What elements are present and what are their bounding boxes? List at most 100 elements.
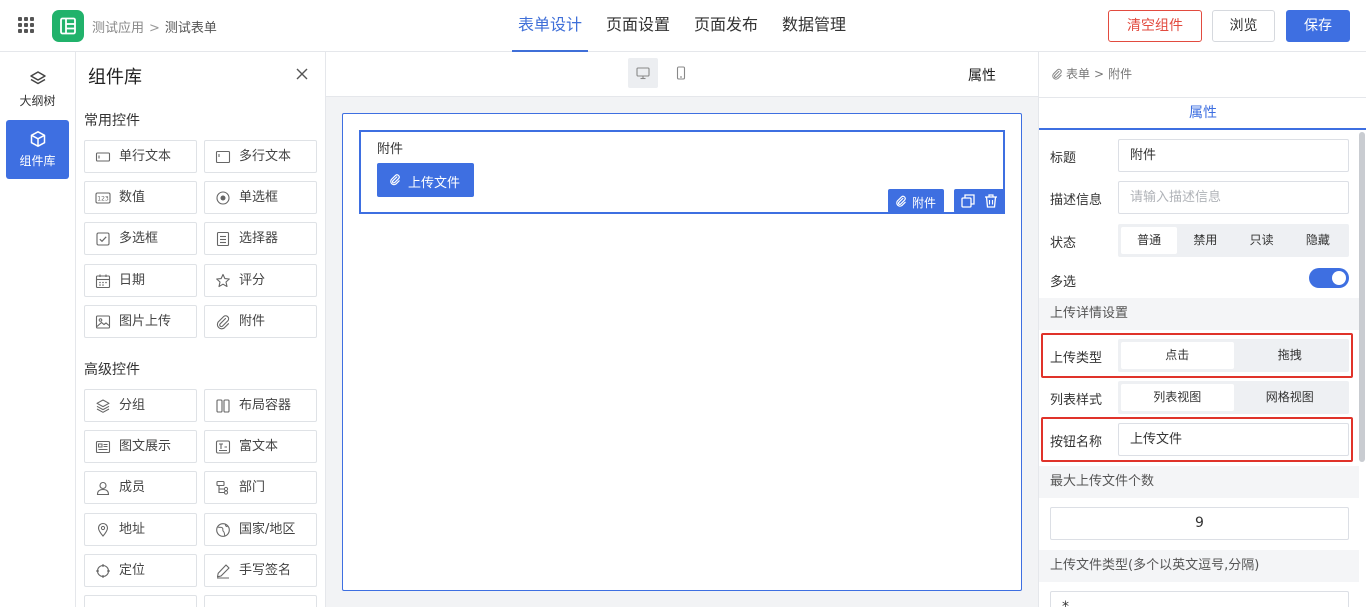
rich-text-icon xyxy=(215,440,231,454)
component-label: 评分 xyxy=(239,273,266,288)
upload-type-segmented: 点击 拖拽 xyxy=(1118,339,1349,372)
single-line-text-icon xyxy=(95,152,111,162)
component-image-text[interactable]: 图文展示 xyxy=(84,430,197,463)
breadcrumb-app[interactable]: 测试应用 xyxy=(92,21,144,36)
top-header: 测试应用 > 测试表单 表单设计 页面设置 页面发布 数据管理 清空组件 浏览 保存 xyxy=(0,0,1366,52)
component-select[interactable]: 选择器 xyxy=(204,222,317,255)
main-tabs: 表单设计 页面设置 页面发布 数据管理 xyxy=(512,0,864,52)
calendar-icon xyxy=(95,274,111,289)
component-partial[interactable] xyxy=(204,595,317,607)
title-input[interactable]: 附件 xyxy=(1118,139,1349,172)
list-style-option-list[interactable]: 列表视图 xyxy=(1121,384,1234,411)
save-button[interactable]: 保存 xyxy=(1286,10,1350,42)
component-signature[interactable]: 手写签名 xyxy=(204,554,317,587)
desktop-view-button[interactable] xyxy=(628,58,658,88)
component-location[interactable]: 定位 xyxy=(84,554,197,587)
component-label: 图文展示 xyxy=(119,439,172,454)
spreadsheet-icon xyxy=(60,17,76,35)
apps-grid-icon[interactable] xyxy=(18,17,34,33)
upload-type-option-click[interactable]: 点击 xyxy=(1121,342,1234,369)
state-label: 状态 xyxy=(1050,236,1077,251)
component-member[interactable]: 成员 xyxy=(84,471,197,504)
state-option-hidden[interactable]: 隐藏 xyxy=(1290,227,1346,254)
tab-data-management[interactable]: 数据管理 xyxy=(776,0,852,52)
target-icon xyxy=(96,564,110,578)
mobile-view-button[interactable] xyxy=(666,58,696,88)
upload-file-button[interactable]: 上传文件 xyxy=(377,163,474,197)
canvas-properties-label[interactable]: 属性 xyxy=(968,65,996,85)
close-icon[interactable] xyxy=(294,66,310,82)
component-country-region[interactable]: 国家/地区 xyxy=(204,513,317,546)
rail-item-label: 大纲树 xyxy=(19,94,56,108)
max-count-section: 最大上传文件个数 xyxy=(1039,466,1359,498)
properties-scrollbar[interactable] xyxy=(1359,132,1365,462)
tab-form-design[interactable]: 表单设计 xyxy=(512,0,589,52)
copy-icon[interactable] xyxy=(960,193,976,209)
section-title-common: 常用控件 xyxy=(84,113,140,129)
component-image-upload[interactable]: 图片上传 xyxy=(84,305,197,338)
selected-attachment-field[interactable]: 附件 上传文件 附件 xyxy=(359,130,1005,214)
trash-icon[interactable] xyxy=(983,193,999,209)
button-name-input[interactable]: 上传文件 xyxy=(1118,423,1349,456)
rail-item-outline[interactable]: 大纲树 xyxy=(6,60,69,119)
component-layout-container[interactable]: 布局容器 xyxy=(204,389,317,422)
component-date[interactable]: 日期 xyxy=(84,264,197,297)
select-icon xyxy=(216,231,230,247)
image-icon xyxy=(95,315,111,329)
radio-icon xyxy=(216,191,230,205)
tab-properties[interactable]: 属性 xyxy=(1039,98,1366,130)
component-radio[interactable]: 单选框 xyxy=(204,181,317,214)
file-type-input[interactable]: * xyxy=(1050,591,1349,607)
state-option-readonly[interactable]: 只读 xyxy=(1234,227,1290,254)
component-label: 日期 xyxy=(119,273,146,288)
state-option-normal[interactable]: 普通 xyxy=(1121,227,1178,254)
properties-breadcrumb: 表单 > 附件 xyxy=(1051,65,1132,82)
clear-components-button[interactable]: 清空组件 xyxy=(1108,10,1202,42)
preview-button[interactable]: 浏览 xyxy=(1212,10,1275,42)
breadcrumb: 测试应用 > 测试表单 xyxy=(92,17,217,36)
tag-label: 附件 xyxy=(912,196,937,210)
form-canvas: 附件 上传文件 附件 xyxy=(326,97,1038,607)
breadcrumb-form[interactable]: 测试表单 xyxy=(165,21,217,36)
component-rating[interactable]: 评分 xyxy=(204,264,317,297)
component-label: 富文本 xyxy=(239,439,279,454)
component-label: 成员 xyxy=(119,480,146,495)
component-label: 单行文本 xyxy=(119,149,172,164)
component-number[interactable]: 123 数值 xyxy=(84,181,197,214)
button-name-label: 按钮名称 xyxy=(1050,435,1103,450)
multi-line-text-icon xyxy=(215,150,231,164)
rail-item-components[interactable]: 组件库 xyxy=(6,120,69,179)
map-pin-icon xyxy=(97,522,109,537)
multi-select-toggle[interactable] xyxy=(1309,268,1349,288)
component-group[interactable]: 分组 xyxy=(84,389,197,422)
number-icon: 123 xyxy=(95,192,111,204)
tab-page-settings[interactable]: 页面设置 xyxy=(600,0,676,52)
upload-type-option-drag[interactable]: 拖拽 xyxy=(1234,342,1347,369)
description-input[interactable]: 请输入描述信息 xyxy=(1118,181,1349,214)
component-multi-line-text[interactable]: 多行文本 xyxy=(204,140,317,173)
component-address[interactable]: 地址 xyxy=(84,513,197,546)
component-label: 选择器 xyxy=(239,231,279,246)
component-attachment[interactable]: 附件 xyxy=(204,305,317,338)
description-label: 描述信息 xyxy=(1050,193,1103,208)
component-label: 部门 xyxy=(239,480,266,495)
component-label: 单选框 xyxy=(239,190,279,205)
file-type-section: 上传文件类型(多个以英文逗号,分隔) xyxy=(1039,550,1359,582)
state-option-disabled[interactable]: 禁用 xyxy=(1177,227,1233,254)
upload-settings-section: 上传详情设置 xyxy=(1039,298,1359,330)
component-department[interactable]: 部门 xyxy=(204,471,317,504)
component-label: 布局容器 xyxy=(239,398,292,413)
field-actions xyxy=(954,189,1005,213)
tab-page-publish[interactable]: 页面发布 xyxy=(688,0,764,52)
breadcrumb-form[interactable]: 表单 xyxy=(1066,67,1090,81)
columns-icon xyxy=(216,399,230,413)
component-checkbox[interactable]: 多选框 xyxy=(84,222,197,255)
list-style-segmented: 列表视图 网格视图 xyxy=(1118,381,1349,414)
max-count-input[interactable]: 9 xyxy=(1050,507,1349,540)
component-partial[interactable] xyxy=(84,595,197,607)
card-icon xyxy=(95,440,111,454)
list-style-option-grid[interactable]: 网格视图 xyxy=(1234,384,1347,411)
component-rich-text[interactable]: 富文本 xyxy=(204,430,317,463)
component-single-line-text[interactable]: 单行文本 xyxy=(84,140,197,173)
title-label: 标题 xyxy=(1050,151,1077,166)
